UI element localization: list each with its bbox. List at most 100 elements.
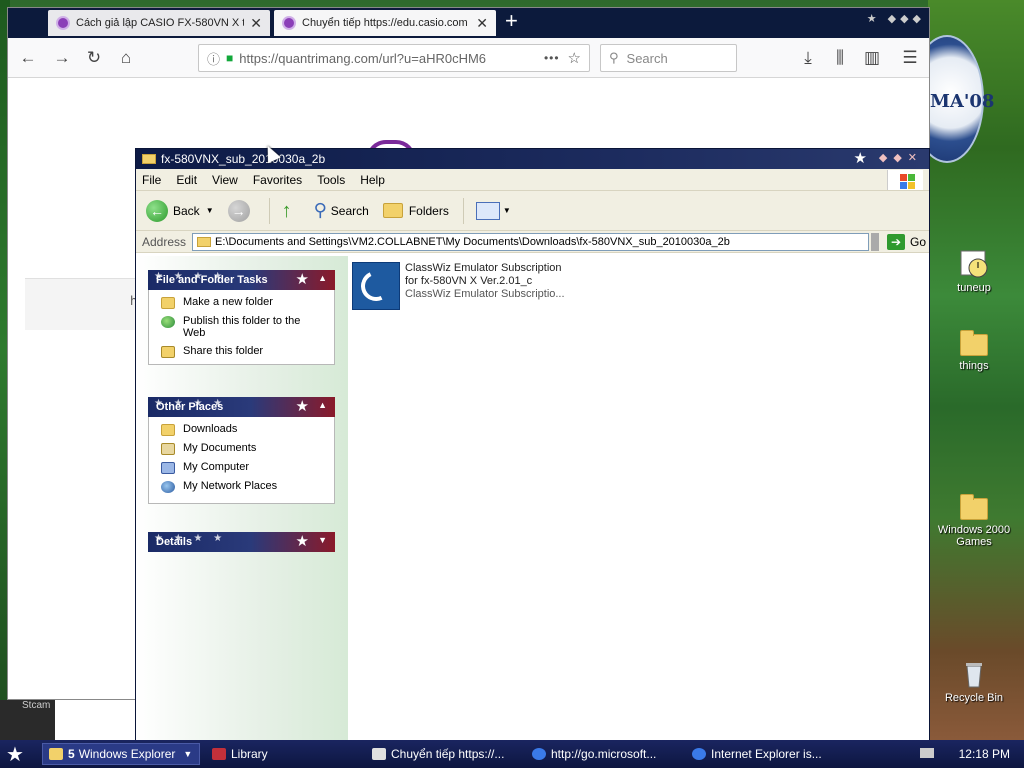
my-documents-icon	[161, 443, 175, 455]
collapse-icon[interactable]: ▲	[318, 273, 327, 283]
search-icon: ⚲	[313, 200, 327, 220]
chevron-down-icon: ▼	[183, 749, 193, 759]
close-icon[interactable]: ✕	[250, 15, 262, 32]
explorer-body: ★ ★ ★ ★ File and Folder Tasks ★ ▲ Make a…	[136, 256, 929, 741]
ie-icon	[692, 748, 706, 760]
explorer-title-bar[interactable]: fx-580VNX_sub_2010030a_2b ★ ◆◆✕	[136, 149, 929, 169]
chevron-down-icon[interactable]: ▼	[206, 206, 214, 215]
desktop-icon-things[interactable]: things	[931, 330, 1017, 372]
new-tab-button[interactable]: +	[505, 8, 518, 34]
browser-tab-1[interactable]: Cách giả lập CASIO FX-580VN X trên ✕	[48, 10, 270, 36]
panel-header[interactable]: ★ ★ ★ ★ Details ★ ▼	[148, 532, 335, 552]
lock-icon: ■	[226, 51, 234, 65]
back-button[interactable]: ← Back ▼	[146, 199, 214, 222]
library-icon[interactable]: ⫼	[828, 46, 852, 70]
folder-icon	[960, 330, 988, 356]
expand-icon[interactable]: ▼	[318, 535, 327, 545]
site-icon	[282, 16, 296, 30]
desktop-icon-recycle-bin[interactable]: Recycle Bin	[931, 658, 1017, 704]
classwiz-app-icon	[352, 262, 400, 310]
taskbar-ie-notice[interactable]: Internet Explorer is...	[686, 743, 840, 765]
keyboard-tray-icon[interactable]	[920, 748, 934, 758]
url-text[interactable]: https://quantrimang.com/url?u=aHR0cHM6	[239, 51, 536, 66]
search-icon: ⚲	[609, 50, 619, 65]
menu-tools[interactable]: Tools	[317, 173, 345, 187]
url-bar[interactable]: ⓘ ■ https://quantrimang.com/url?u=aHR0cH…	[198, 44, 590, 72]
clock[interactable]: 12:18 PM	[959, 747, 1010, 761]
sidebar-icon[interactable]: ▥	[860, 46, 884, 70]
collapse-icon[interactable]: ▲	[318, 400, 327, 410]
info-icon[interactable]: ⓘ	[207, 49, 220, 68]
toolbar-separator	[268, 197, 270, 224]
ie-icon	[532, 748, 546, 760]
task-publish-web[interactable]: Publish this folder to the Web	[161, 315, 334, 339]
new-folder-icon	[161, 297, 175, 309]
folder-icon	[197, 236, 212, 247]
back-arrow-icon[interactable]: ←	[16, 46, 40, 70]
desktop-icon-label: tuneup	[957, 282, 991, 294]
forward-arrow-icon: →	[227, 199, 250, 222]
taskbar-library[interactable]: Library	[206, 743, 356, 765]
start-star-icon[interactable]: ★	[6, 742, 24, 767]
address-dropdown[interactable]	[871, 232, 880, 251]
details-panel: ★ ★ ★ ★ Details ★ ▼	[148, 532, 335, 552]
menu-icon[interactable]: ☰	[898, 46, 922, 70]
star-icon: ★	[295, 533, 309, 550]
file-classwiz-emulator[interactable]: ClassWiz Emulator Subscription for fx-58…	[352, 262, 565, 310]
menu-favorites[interactable]: Favorites	[253, 173, 302, 187]
reload-icon[interactable]: ↻	[82, 46, 106, 70]
window-controls[interactable]: ◆◆✕	[879, 151, 923, 164]
place-downloads[interactable]: Downloads	[161, 423, 334, 436]
menu-view[interactable]: View	[212, 173, 238, 187]
page-actions-icon[interactable]: •••	[544, 51, 560, 65]
browser-tab-2[interactable]: Chuyển tiếp https://edu.casio.com ✕	[274, 10, 496, 36]
address-input[interactable]: E:\Documents and Settings\VM2.COLLABNET\…	[192, 232, 870, 251]
back-arrow-icon: ←	[146, 199, 168, 222]
place-my-computer[interactable]: My Computer	[161, 461, 334, 474]
bookmark-star-icon[interactable]: ☆	[568, 49, 581, 67]
close-icon[interactable]: ✕	[476, 15, 488, 32]
folder-icon	[142, 154, 156, 164]
search-button[interactable]: ⚲ Search	[314, 200, 369, 221]
folders-button[interactable]: Folders	[382, 203, 449, 218]
taskbar-group-explorer[interactable]: 5 Windows Explorer ▼	[42, 743, 200, 765]
file-list: ClassWiz Emulator Subscription for fx-58…	[348, 256, 929, 741]
home-icon[interactable]: ⌂	[114, 46, 138, 70]
window-controls[interactable]: ★ ◆◆◆	[867, 12, 925, 25]
taskbar-firefox[interactable]: Chuyển tiếp https://...	[366, 743, 520, 765]
desktop-strip-text: Stcam	[22, 700, 51, 711]
views-icon	[475, 201, 500, 220]
panel-header[interactable]: ★ ★ ★ ★ Other Places ★ ▲	[148, 397, 335, 417]
menu-bar: File Edit View Favorites Tools Help	[136, 169, 929, 191]
address-text: E:\Documents and Settings\VM2.COLLABNET\…	[215, 235, 730, 248]
star-icon: ★	[295, 271, 309, 288]
place-my-documents[interactable]: My Documents	[161, 442, 334, 455]
task-make-new-folder[interactable]: Make a new folder	[161, 296, 334, 309]
views-button[interactable]: ▼	[475, 201, 511, 220]
menu-file[interactable]: File	[142, 173, 161, 187]
taskbar-ie-microsoft[interactable]: http://go.microsoft...	[526, 743, 684, 765]
search-input[interactable]: ⚲ Search	[600, 44, 737, 72]
go-button[interactable]: ➔ Go	[887, 233, 926, 250]
menu-help[interactable]: Help	[360, 173, 385, 187]
panel-header[interactable]: ★ ★ ★ ★ File and Folder Tasks ★ ▲	[148, 270, 335, 290]
desktop-icon-tuneup[interactable]: tuneup	[931, 248, 1017, 294]
download-icon[interactable]: ⤓	[796, 46, 820, 70]
panel-body: Downloads My Documents My Computer My Ne…	[148, 417, 335, 504]
folder-up-icon[interactable]: ↑	[282, 200, 302, 222]
star-icon: ★	[295, 398, 309, 415]
forward-button[interactable]: →	[227, 199, 255, 222]
desktop-icon-label: things	[959, 360, 989, 372]
address-label: Address	[142, 234, 187, 249]
forward-arrow-icon[interactable]: →	[50, 46, 74, 70]
desktop-icon-games[interactable]: Windows 2000 Games	[931, 494, 1017, 548]
menu-edit[interactable]: Edit	[176, 173, 197, 187]
go-arrow-icon: ➔	[887, 233, 906, 250]
tab-label: Chuyển tiếp https://edu.casio.com	[302, 17, 468, 29]
desktop-icon-label: Recycle Bin	[944, 692, 1004, 704]
site-icon	[56, 16, 70, 30]
taskbar: ★ 5 Windows Explorer ▼ Library Chuyển ti…	[0, 740, 1024, 768]
place-network[interactable]: My Network Places	[161, 480, 334, 493]
explorer-window: fx-580VNX_sub_2010030a_2b ★ ◆◆✕ File Edi…	[135, 148, 930, 742]
task-share-folder[interactable]: Share this folder	[161, 345, 334, 358]
